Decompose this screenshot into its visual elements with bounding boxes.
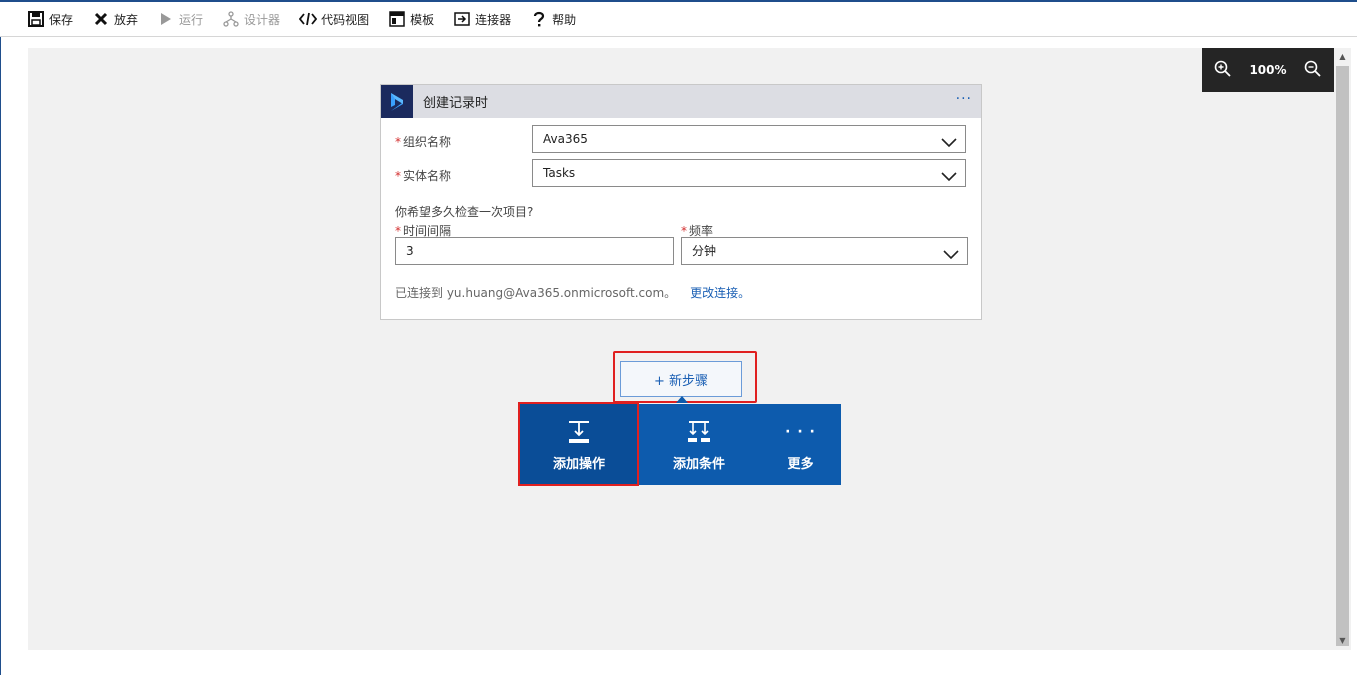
new-step-button[interactable]: + 新步骤: [620, 361, 742, 397]
frequency-select[interactable]: 分钟: [681, 237, 968, 265]
entity-label: 实体名称: [403, 169, 452, 183]
discard-icon: [92, 10, 110, 28]
template-button[interactable]: 模板: [388, 4, 434, 34]
required-mark: *: [395, 135, 401, 149]
template-label: 模板: [410, 12, 435, 27]
run-button[interactable]: 运行: [157, 4, 203, 34]
interval-question: 你希望多久检查一次项目?: [395, 205, 534, 219]
org-label-wrap: * 组织名称: [395, 133, 451, 150]
connector-button[interactable]: 连接器: [453, 4, 511, 34]
entity-label-wrap: * 实体名称: [395, 167, 451, 184]
connector-label: 连接器: [475, 12, 512, 27]
scroll-up-icon[interactable]: ▲: [1334, 50, 1351, 64]
entity-value: Tasks: [543, 166, 576, 180]
save-label: 保存: [49, 12, 74, 27]
interval-input[interactable]: 3: [395, 237, 674, 265]
more-label: 更多: [787, 457, 814, 472]
required-mark: *: [395, 169, 401, 183]
connector-icon: [453, 10, 471, 28]
chevron-down-icon: [941, 166, 957, 182]
zoom-level: 100%: [1249, 63, 1287, 77]
chevron-down-icon: [941, 132, 957, 148]
zoom-in-icon[interactable]: [1214, 60, 1232, 81]
dynamics-logo-icon: [381, 85, 413, 118]
help-icon: [530, 10, 548, 28]
help-button[interactable]: 帮助: [530, 4, 576, 34]
code-view-button[interactable]: 代码视图: [299, 4, 369, 34]
chevron-down-icon: [943, 244, 959, 260]
more-icon: · · ·: [785, 424, 816, 440]
frequency-label: 频率: [689, 224, 714, 238]
run-icon: [157, 10, 175, 28]
required-mark: *: [681, 224, 687, 238]
code-view-label: 代码视图: [321, 12, 370, 27]
designer-page: 保存 放弃 运行 设计器 代码视图 模板 连接器 帮助 ▲ ▼ 100% 创建记…: [0, 0, 1357, 675]
entity-select[interactable]: Tasks: [532, 159, 966, 187]
card-header[interactable]: 创建记录时 ···: [381, 85, 981, 118]
scrollbar-thumb[interactable]: [1336, 66, 1349, 646]
save-icon: [27, 10, 45, 28]
card-more-icon[interactable]: ···: [956, 91, 972, 107]
add-action-highlight: [518, 402, 639, 486]
connected-text: 已连接到 yu.huang@Ava365.onmicrosoft.com。: [395, 286, 677, 300]
org-label: 组织名称: [403, 135, 452, 149]
card-title: 创建记录时: [423, 96, 489, 111]
toolbar: 保存 放弃 运行 设计器 代码视图 模板 连接器 帮助: [0, 2, 1357, 37]
frequency-value: 分钟: [692, 244, 717, 258]
change-connection-link[interactable]: 更改连接。: [690, 286, 750, 300]
save-button[interactable]: 保存: [27, 4, 73, 34]
more-button[interactable]: · · · 更多: [760, 404, 841, 485]
trigger-card: 创建记录时 ··· * 组织名称 Ava365 * 实体名称 Tasks 你希望多久…: [380, 84, 982, 320]
connection-status: 已连接到 yu.huang@Ava365.onmicrosoft.com。 更改连…: [395, 284, 750, 301]
designer-icon: [222, 10, 240, 28]
interval-label: 时间间隔: [403, 224, 452, 238]
zoom-out-icon[interactable]: [1304, 60, 1322, 81]
designer-label: 设计器: [244, 12, 281, 27]
menu-caret: [676, 396, 688, 403]
help-label: 帮助: [552, 12, 577, 27]
zoom-control: 100%: [1202, 48, 1334, 92]
org-select[interactable]: Ava365: [532, 125, 966, 153]
discard-button[interactable]: 放弃: [92, 4, 138, 34]
code-view-icon: [299, 10, 318, 28]
run-label: 运行: [179, 12, 204, 27]
discard-label: 放弃: [114, 12, 139, 27]
vertical-scrollbar[interactable]: ▲ ▼: [1334, 48, 1351, 650]
org-value: Ava365: [543, 132, 588, 146]
template-icon: [388, 10, 406, 28]
add-condition-label: 添加条件: [672, 457, 725, 472]
add-condition-button[interactable]: 添加条件: [638, 404, 760, 485]
window-left-border: [0, 0, 1, 675]
add-condition-icon: [687, 419, 711, 445]
designer-button[interactable]: 设计器: [222, 4, 280, 34]
required-mark: *: [395, 224, 401, 238]
scroll-down-icon[interactable]: ▼: [1334, 634, 1351, 648]
